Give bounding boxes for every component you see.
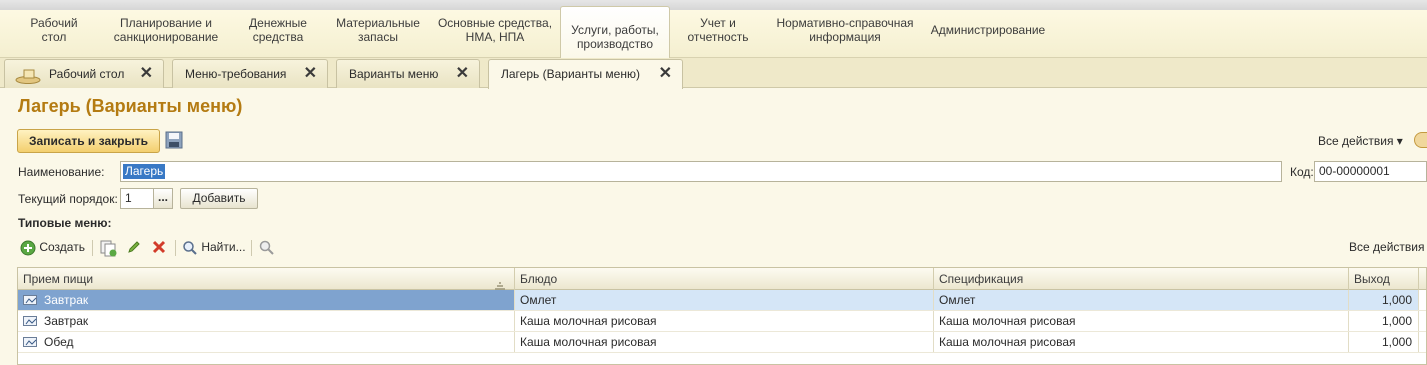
dish-cell: Каша молочная рисовая <box>515 311 934 331</box>
tab-menu-variants[interactable]: Варианты меню ✕ <box>336 59 480 88</box>
section-label: Услуги, работы, <box>571 23 659 37</box>
magnifier-icon <box>182 240 198 256</box>
plus-icon <box>20 240 36 256</box>
toolbar-separator <box>251 240 252 256</box>
close-icon[interactable]: ✕ <box>304 60 317 88</box>
meal-cell: Обед <box>18 332 515 352</box>
section-money[interactable]: Денежные средства <box>240 16 316 44</box>
section-label: Учет и <box>700 16 736 30</box>
section-label: НМА, НПА <box>465 30 525 44</box>
specification-cell: Омлет <box>934 290 1349 310</box>
save-and-close-button[interactable]: Записать и закрыть <box>17 129 160 153</box>
section-label: производство <box>576 37 654 51</box>
close-icon[interactable]: ✕ <box>659 60 672 88</box>
meal-value: Обед <box>44 335 74 349</box>
output-cell: 1,000 <box>1349 332 1419 352</box>
delete-icon[interactable] <box>151 239 167 259</box>
find-button[interactable]: Найти... <box>182 237 246 257</box>
choose-button[interactable]: ... <box>153 188 173 209</box>
tab-camp-menu-variants[interactable]: Лагерь (Варианты меню) ✕ <box>488 59 683 89</box>
section-label: санкционирование <box>113 30 219 44</box>
desktop-icon <box>15 66 41 84</box>
section-label: Основные средства, <box>437 16 553 30</box>
order-field[interactable]: 1 <box>120 188 154 209</box>
table-row[interactable]: Обед Каша молочная рисовая Каша молочная… <box>18 332 1426 353</box>
copy-icon[interactable] <box>99 239 117 259</box>
toolbar-separator <box>92 240 93 256</box>
sections-panel: Рабочий стол Планирование и санкциониров… <box>0 0 1427 59</box>
open-tabs-bar: Рабочий стол ✕ Меню-требования ✕ Вариант… <box>0 58 1427 89</box>
section-planning[interactable]: Планирование и санкционирование <box>108 16 224 44</box>
section-label: Материальные <box>336 16 420 30</box>
cancel-search-icon[interactable] <box>258 239 276 259</box>
save-icon[interactable] <box>165 131 183 149</box>
section-fixed-assets[interactable]: Основные средства, НМА, НПА <box>434 16 556 44</box>
add-button[interactable]: Добавить <box>180 188 258 209</box>
page-title: Лагерь (Варианты меню) <box>18 96 243 116</box>
row-icon <box>23 316 37 326</box>
create-label: Создать <box>39 240 85 254</box>
section-label: стол <box>41 30 67 44</box>
section-label: Рабочий <box>30 16 78 30</box>
dish-cell: Каша молочная рисовая <box>515 332 934 352</box>
section-services[interactable]: Услуги, работы, производство <box>560 6 670 59</box>
section-desktop[interactable]: Рабочий стол <box>24 16 84 44</box>
row-icon <box>23 295 37 305</box>
tab-label: Рабочий стол <box>49 67 125 81</box>
table-all-actions-menu[interactable]: Все действия <box>1349 240 1424 254</box>
section-label: запасы <box>358 30 398 44</box>
close-icon[interactable]: ✕ <box>456 60 469 88</box>
section-label: отчетность <box>687 30 749 44</box>
tab-menu-requests[interactable]: Меню-требования ✕ <box>172 59 328 88</box>
meal-value: Завтрак <box>44 314 89 328</box>
column-header-dish[interactable]: Блюдо <box>515 268 934 290</box>
section-label: Планирование и <box>120 16 212 30</box>
code-label: Код: <box>1290 165 1314 179</box>
tab-label: Лагерь (Варианты меню) <box>501 67 640 81</box>
row-icon <box>23 337 37 347</box>
all-actions-menu[interactable]: Все действия ▾ <box>1318 134 1403 148</box>
specification-cell: Каша молочная рисовая <box>934 332 1349 352</box>
section-admin[interactable]: Администрирование <box>928 23 1048 37</box>
typical-menus-label: Типовые меню: <box>18 216 112 230</box>
section-label: информация <box>809 30 881 44</box>
table-row[interactable]: Завтрак Каша молочная рисовая Каша молоч… <box>18 311 1426 332</box>
name-field[interactable]: Лагерь <box>120 161 1282 182</box>
column-header-specification[interactable]: Спецификация <box>934 268 1349 290</box>
meal-cell: Завтрак <box>18 290 515 310</box>
section-label: Нормативно-справочная <box>776 16 914 30</box>
specification-cell: Каша молочная рисовая <box>934 311 1349 331</box>
section-reference[interactable]: Нормативно-справочная информация <box>772 16 918 44</box>
meal-value: Завтрак <box>44 293 89 307</box>
column-label: Прием пищи <box>23 272 94 286</box>
dish-cell: Омлет <box>515 290 934 310</box>
name-value: Лагерь <box>123 164 166 179</box>
name-label: Наименование: <box>18 165 105 179</box>
table-row[interactable]: Завтрак Омлет Омлет 1,000 <box>18 290 1426 311</box>
column-header-meal[interactable]: Прием пищи <box>18 268 515 290</box>
section-label: средства <box>252 30 304 44</box>
create-button[interactable]: Создать <box>20 237 85 257</box>
help-icon[interactable] <box>1414 132 1427 148</box>
code-field[interactable]: 00-00000001 <box>1314 161 1427 182</box>
section-accounting[interactable]: Учет и отчетность <box>680 16 756 44</box>
meal-cell: Завтрак <box>18 311 515 331</box>
toolbar-separator <box>175 240 176 256</box>
window-top-strip <box>0 0 1427 10</box>
tab-label: Меню-требования <box>185 67 287 81</box>
typical-menus-table: Прием пищи Блюдо Спецификация Выход Завт… <box>17 267 1427 365</box>
find-label: Найти... <box>201 240 246 254</box>
close-icon[interactable]: ✕ <box>140 60 153 88</box>
output-cell: 1,000 <box>1349 311 1419 331</box>
tab-desktop[interactable]: Рабочий стол ✕ <box>4 59 164 88</box>
column-header-output[interactable]: Выход <box>1349 268 1419 290</box>
section-label: Администрирование <box>930 23 1046 37</box>
section-inventory[interactable]: Материальные запасы <box>332 16 424 44</box>
edit-icon[interactable] <box>126 239 142 259</box>
output-cell: 1,000 <box>1349 290 1419 310</box>
order-label: Текущий порядок: <box>18 192 118 206</box>
table-header: Прием пищи Блюдо Спецификация Выход <box>18 268 1426 290</box>
tab-label: Варианты меню <box>349 67 439 81</box>
section-label: Денежные <box>249 16 307 30</box>
